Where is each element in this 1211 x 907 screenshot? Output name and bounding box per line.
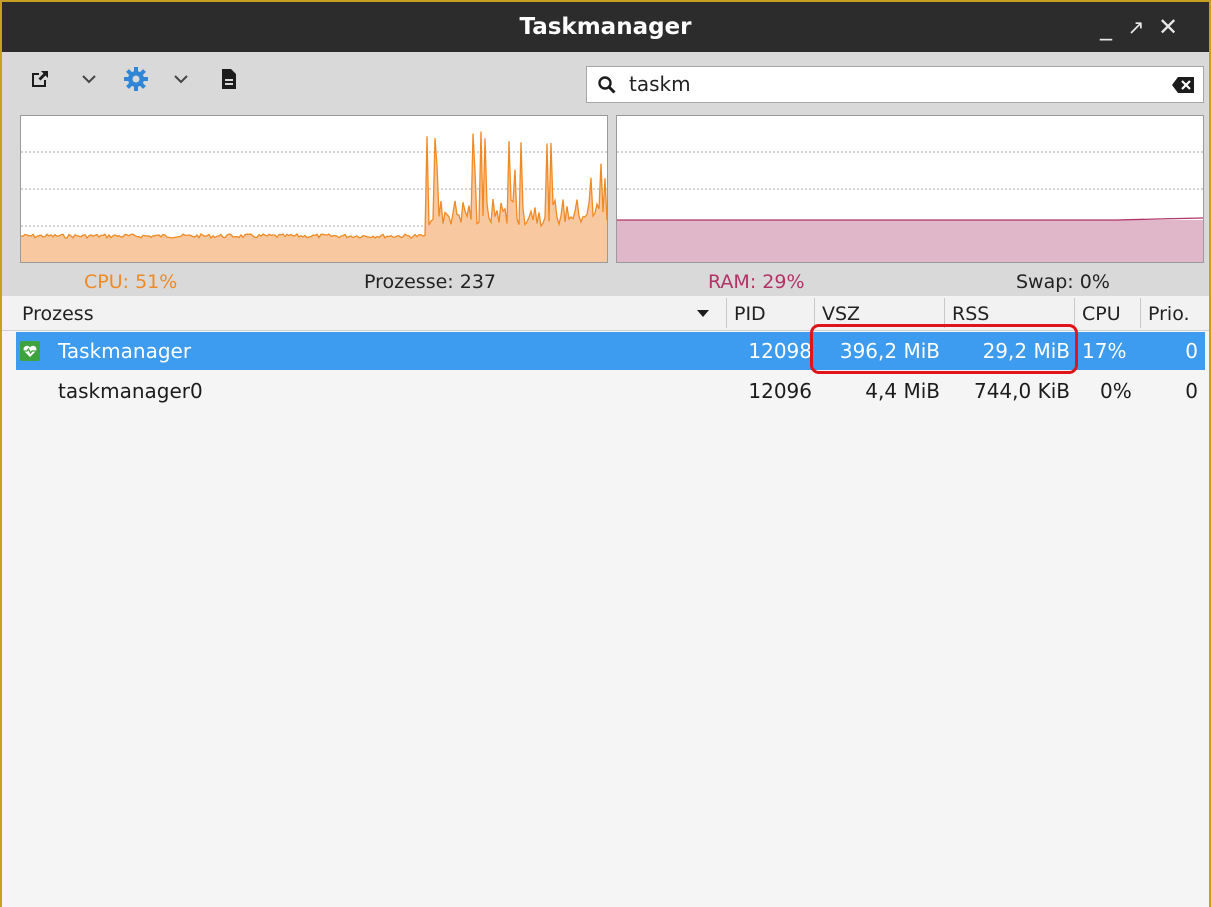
graphs-panel: CPU: 51% Prozesse: 237 RAM: 29% Swap: 0%	[2, 108, 1209, 296]
ram-graph-plot	[617, 151, 1203, 262]
column-divider[interactable]	[1074, 298, 1075, 328]
search-field[interactable]: taskm	[586, 66, 1204, 103]
taskmanager-window: Taskmanager _ ↗ ✕ taskm CPU: 51% Prozess…	[0, 0, 1211, 907]
column-header-pid[interactable]: PID	[728, 296, 814, 330]
cpu-graph	[20, 115, 608, 263]
search-input[interactable]: taskm	[629, 67, 691, 102]
minimize-button[interactable]: _	[1092, 2, 1120, 52]
settings-dropdown-button[interactable]	[168, 64, 194, 94]
process-name: Taskmanager	[58, 339, 192, 363]
heart-icon	[20, 341, 40, 361]
search-icon	[598, 76, 616, 94]
column-divider[interactable]	[814, 298, 815, 328]
process-cpu: 0%	[1100, 379, 1132, 403]
cpu-graph-plot	[21, 131, 607, 262]
swap-status: Swap: 0%	[1016, 271, 1110, 293]
process-name: taskmanager0	[58, 379, 203, 403]
window-title: Taskmanager	[519, 14, 692, 40]
processes-status: Prozesse: 237	[364, 271, 496, 293]
open-external-button[interactable]	[26, 64, 54, 94]
settings-button[interactable]	[120, 64, 152, 94]
ram-status: RAM: 29%	[708, 271, 805, 293]
maximize-button[interactable]: ↗	[1122, 2, 1150, 52]
ram-graph	[616, 115, 1204, 263]
close-button[interactable]: ✕	[1154, 2, 1182, 52]
column-label: Prozess	[22, 303, 94, 325]
open-dropdown-button[interactable]	[76, 64, 102, 94]
gear-icon	[124, 67, 148, 91]
process-prio: 0	[1185, 339, 1198, 363]
process-cpu: 17%	[1082, 339, 1127, 363]
column-header-prozess[interactable]: Prozess	[16, 296, 724, 330]
chevron-down-icon	[82, 75, 96, 84]
column-divider[interactable]	[726, 298, 727, 328]
cpu-status: CPU: 51%	[84, 271, 178, 293]
column-header-cpu[interactable]: CPU	[1076, 296, 1138, 330]
process-pid: 12098	[748, 339, 812, 363]
process-pid: 12096	[748, 379, 812, 403]
process-rss: 744,0 KiB	[973, 379, 1070, 403]
document-icon	[222, 69, 236, 89]
annotation-highlight-box	[810, 324, 1078, 374]
process-vsz: 4,4 MiB	[865, 379, 940, 403]
column-header-prio[interactable]: Prio.	[1142, 296, 1208, 330]
ram-usage-area	[617, 220, 1203, 262]
open-external-icon	[32, 71, 48, 87]
sort-descending-icon	[697, 310, 709, 317]
cpu-usage-line	[21, 131, 607, 240]
titlebar: Taskmanager _ ↗ ✕	[2, 2, 1209, 52]
clear-search-icon[interactable]	[1171, 76, 1195, 94]
table-row[interactable]: taskmanager0 12096 4,4 MiB 744,0 KiB 0% …	[16, 372, 1205, 410]
document-button[interactable]	[216, 64, 242, 94]
column-divider[interactable]	[1140, 298, 1141, 328]
process-prio: 0	[1185, 379, 1198, 403]
ram-usage-line	[617, 217, 1203, 221]
chevron-down-icon	[174, 75, 188, 84]
